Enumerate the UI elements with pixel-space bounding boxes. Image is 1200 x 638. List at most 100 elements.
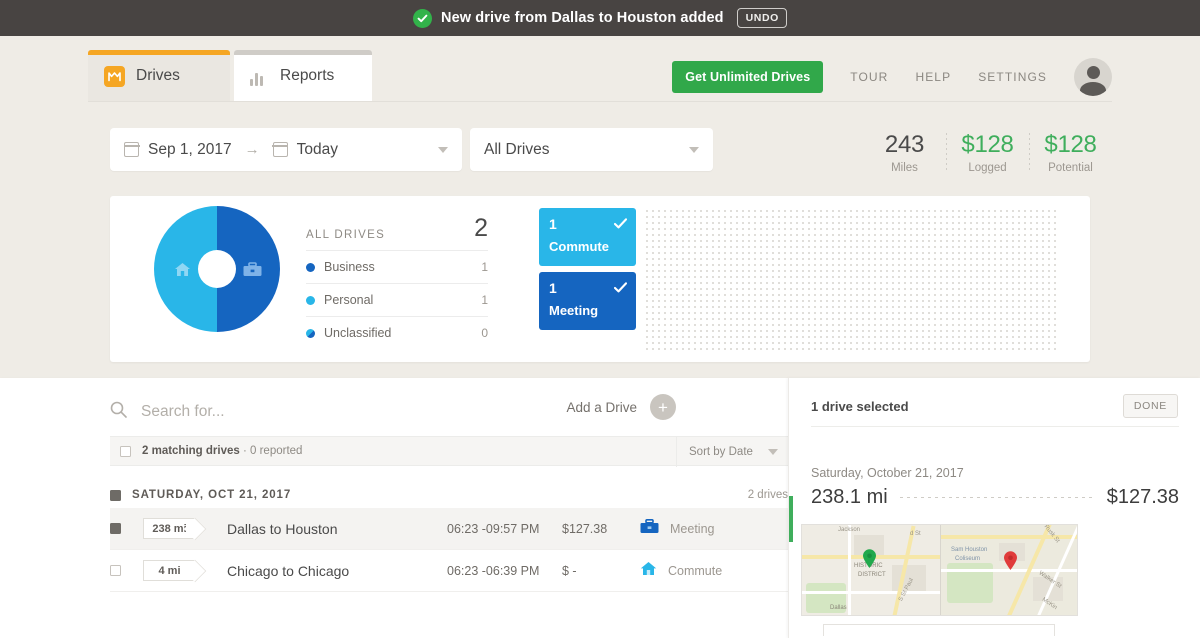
row-purpose[interactable]: Meeting (640, 518, 715, 539)
detail-date: Saturday, October 21, 2017 (811, 466, 964, 480)
stat-miles: 243 Miles (863, 131, 946, 174)
row-miles-badge: 238 mi (143, 518, 195, 539)
calendar-icon (123, 142, 140, 157)
purpose-tile-commute[interactable]: 1 Commute (539, 208, 636, 266)
row-miles-badge: 4 mi (143, 560, 195, 581)
date-range-field[interactable]: Sep 1, 2017 → Today (110, 128, 462, 171)
done-button[interactable]: DONE (1122, 394, 1178, 418)
drives-donut-chart (154, 206, 280, 332)
row-purpose[interactable]: Commute (640, 561, 722, 581)
map-destination-half: Sam Houston Coliseum Rusk St Walker St M… (941, 525, 1077, 615)
nav-link-settings[interactable]: SETTINGS (978, 70, 1047, 84)
add-drive-button[interactable]: Add a Drive + (566, 394, 676, 420)
stat-potential: $128 Potential (1029, 131, 1112, 174)
stats-summary: 243 Miles $128 Logged $128 Potential (863, 131, 1112, 174)
calendar-icon (272, 142, 289, 157)
map-pin-start-icon (862, 549, 877, 569)
row-route: Dallas to Houston (227, 520, 338, 537)
purpose-tile-commute-label: Commute (549, 239, 609, 254)
table-row[interactable]: 238 mi Dallas to Houston 06:23 -09:57 PM… (110, 508, 788, 550)
dotted-leader (899, 497, 1095, 498)
tab-reports-label: Reports (280, 67, 335, 84)
detail-figures: 238.1 mi $127.38 (811, 486, 1179, 509)
tab-drives[interactable]: Drives (88, 50, 230, 102)
map-origin-half: Jackson d St HISTORIC DISTRICT S St Paul… (802, 525, 940, 615)
chevron-down-icon (438, 146, 448, 153)
day-group-date: SATURDAY, OCT 21, 2017 (132, 489, 292, 501)
row-time: 06:23 -06:39 PM (447, 563, 540, 578)
undo-button[interactable]: UNDO (736, 8, 787, 28)
legend-total: 2 (474, 214, 488, 242)
drives-legend: ALL DRIVES 2 Business 1 Personal 1 Uncla… (306, 216, 488, 349)
stat-logged-label: Logged (968, 162, 1007, 174)
legend-row-business[interactable]: Business 1 (306, 250, 488, 283)
sort-by-label: Sort by Date (689, 446, 753, 458)
get-unlimited-drives-button[interactable]: Get Unlimited Drives (672, 61, 824, 93)
row-checkbox[interactable] (110, 565, 121, 576)
legend-dot-personal (306, 295, 315, 305)
stat-potential-value: $128 (1044, 131, 1097, 158)
upper-section: Drives Reports Get Unlimited Drives TOUR… (0, 36, 1200, 378)
legend-dot-business (306, 262, 315, 272)
day-group-checkbox[interactable] (110, 489, 121, 501)
filter-bar: Sep 1, 2017 → Today All Drives (110, 128, 713, 171)
stat-miles-label: Miles (891, 162, 918, 174)
select-all-checkbox[interactable] (120, 445, 131, 457)
drive-type-value: All Drives (484, 140, 550, 158)
route-map-thumbnail[interactable]: Jackson d St HISTORIC DISTRICT S St Paul… (801, 524, 1078, 616)
purpose-tile-meeting-label: Meeting (549, 303, 599, 318)
legend-row-personal[interactable]: Personal 1 (306, 283, 488, 316)
tab-drives-label: Drives (136, 67, 180, 84)
row-route: Chicago to Chicago (227, 562, 350, 579)
header-actions: Get Unlimited Drives TOUR HELP SETTINGS (672, 58, 1112, 96)
date-from-value: Sep 1, 2017 (148, 140, 232, 158)
tab-reports[interactable]: Reports (234, 50, 372, 102)
mileiq-drives-app: New drive from Dallas to Houston added U… (0, 0, 1200, 638)
bar-chart-icon (250, 67, 269, 86)
search-input[interactable] (141, 403, 571, 421)
legend-label-unclassified: Unclassified (324, 326, 392, 340)
map-pin-end-icon (1003, 551, 1018, 571)
drive-type-select[interactable]: All Drives (470, 128, 713, 171)
legend-count-business: 1 (481, 260, 488, 274)
check-icon (613, 280, 628, 298)
donut-center (198, 250, 236, 288)
home-icon (174, 262, 191, 282)
legend-count-personal: 1 (481, 293, 488, 307)
detail-header: 1 drive selected DONE (811, 394, 1178, 418)
matching-drives-text: 2 matching drives · 0 reported (142, 445, 303, 457)
purpose-tile-meeting[interactable]: 1 Meeting (539, 272, 636, 330)
plus-icon: + (650, 394, 676, 420)
legend-label-personal: Personal (324, 293, 374, 307)
stat-logged-value: $128 (961, 131, 1014, 158)
stat-potential-label: Potential (1048, 162, 1093, 174)
drive-detail-panel: 1 drive selected DONE Saturday, October … (788, 378, 1200, 638)
briefcase-icon (640, 518, 659, 539)
mileiq-m-logo-icon (104, 65, 125, 87)
nav-link-tour[interactable]: TOUR (850, 70, 888, 84)
summary-card: ALL DRIVES 2 Business 1 Personal 1 Uncla… (110, 196, 1090, 362)
table-row[interactable]: 4 mi Chicago to Chicago 06:23 -06:39 PM … (110, 550, 788, 592)
search-row (110, 388, 788, 436)
briefcase-icon (243, 262, 262, 282)
selected-accent-bar (789, 496, 793, 542)
row-purpose-label: Meeting (670, 521, 715, 536)
legend-row-unclassified[interactable]: Unclassified 0 (306, 316, 488, 349)
purpose-tiles: 1 Commute 1 Meeting (539, 208, 1059, 350)
detail-divider (811, 426, 1179, 427)
nav-link-help[interactable]: HELP (915, 70, 951, 84)
stat-logged: $128 Logged (946, 131, 1029, 174)
check-circle-icon (413, 8, 433, 28)
row-amount: $127.38 (562, 521, 608, 536)
legend-label-business: Business (324, 260, 375, 274)
sort-by-select[interactable]: Sort by Date (676, 437, 788, 467)
day-group-count: 2 drives (747, 489, 788, 501)
legend-count-unclassified: 0 (481, 326, 488, 340)
detail-distance: 238.1 mi (811, 486, 888, 508)
row-checkbox[interactable] (110, 523, 121, 534)
detail-amount: $127.38 (1106, 486, 1179, 508)
drive-list-panel: Add a Drive + 2 matching drives · 0 repo… (0, 378, 788, 638)
home-icon (640, 561, 657, 581)
user-avatar-icon[interactable] (1074, 58, 1112, 96)
chevron-down-icon (689, 146, 699, 153)
